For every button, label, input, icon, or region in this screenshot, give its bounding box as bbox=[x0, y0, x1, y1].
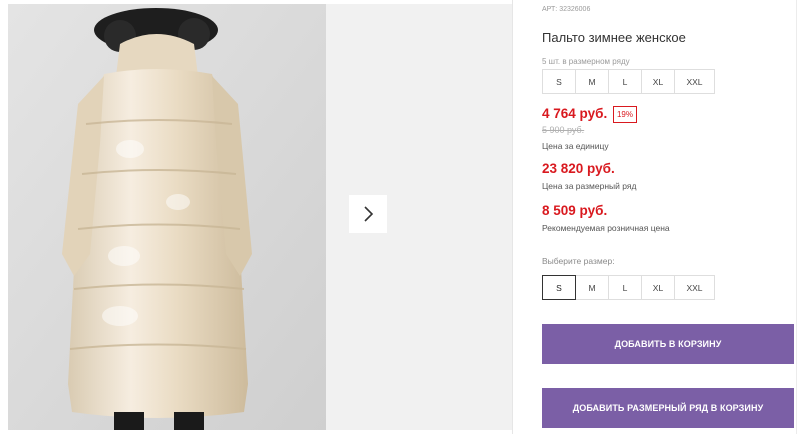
coat-photo bbox=[8, 4, 326, 430]
right-edge-divider bbox=[796, 0, 797, 434]
pack-size-xxl: XXL bbox=[674, 69, 715, 94]
discount-badge: 19% bbox=[613, 106, 637, 123]
pack-size-label: 5 шт. в размерном ряду bbox=[542, 57, 630, 66]
pack-size-list: S M L XL XXL bbox=[542, 69, 715, 94]
size-selector: S M L XL XXL bbox=[542, 275, 715, 300]
pack-size-l: L bbox=[608, 69, 642, 94]
panel-divider bbox=[512, 0, 513, 434]
size-option-xl[interactable]: XL bbox=[641, 275, 675, 300]
retail-price: 8 509 руб. bbox=[542, 203, 608, 218]
article-number: АРТ: 32326006 bbox=[542, 6, 591, 13]
gallery-next-button[interactable] bbox=[349, 195, 387, 233]
pack-size-m: M bbox=[575, 69, 609, 94]
product-image[interactable] bbox=[8, 4, 326, 430]
add-to-cart-button[interactable]: ДОБАВИТЬ В КОРЗИНУ bbox=[542, 324, 794, 364]
product-title: Пальто зимнее женское bbox=[542, 30, 686, 45]
pack-size-xl: XL bbox=[641, 69, 675, 94]
add-pack-to-cart-button[interactable]: ДОБАВИТЬ РАЗМЕРНЫЙ РЯД В КОРЗИНУ bbox=[542, 388, 794, 428]
pack-price: 23 820 руб. bbox=[542, 161, 615, 176]
size-option-xxl[interactable]: XXL bbox=[674, 275, 715, 300]
retail-price-label: Рекомендуемая розничная цена bbox=[542, 223, 670, 233]
chevron-right-icon bbox=[364, 206, 374, 222]
size-option-l[interactable]: L bbox=[608, 275, 642, 300]
unit-price: 4 764 руб. bbox=[542, 106, 608, 121]
size-option-m[interactable]: M bbox=[575, 275, 609, 300]
pack-size-s: S bbox=[542, 69, 576, 94]
size-option-s[interactable]: S bbox=[542, 275, 576, 300]
unit-price-label: Цена за единицу bbox=[542, 141, 609, 151]
choose-size-label: Выберите размер: bbox=[542, 256, 615, 266]
old-price: 5 900 руб. bbox=[542, 125, 585, 135]
pack-price-label: Цена за размерный ряд bbox=[542, 181, 637, 191]
